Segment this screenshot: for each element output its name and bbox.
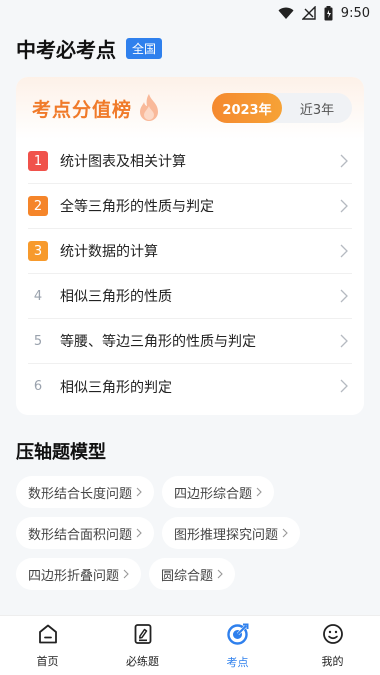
ranking-item-4[interactable]: 4 相似三角形的性质 bbox=[28, 274, 352, 319]
nav-item-exercises[interactable]: 必练题 bbox=[95, 616, 190, 675]
nav-label: 我的 bbox=[321, 654, 344, 668]
ranking-item-label: 相似三角形的判定 bbox=[60, 379, 172, 396]
tab-2023[interactable]: 2023年 bbox=[212, 93, 282, 123]
nav-label: 考点 bbox=[226, 655, 249, 669]
model-tag-label: 图形推理探究问题 bbox=[174, 527, 279, 543]
chevron-right-icon bbox=[340, 243, 348, 262]
model-tag-label: 数形结合面积问题 bbox=[28, 527, 133, 543]
model-tag[interactable]: 圆综合题 bbox=[149, 558, 236, 590]
model-tag-label: 数形结合长度问题 bbox=[28, 486, 133, 502]
rank-number: 5 bbox=[33, 333, 43, 349]
chevron-right-icon bbox=[217, 569, 223, 579]
wifi-icon bbox=[278, 7, 294, 20]
home-icon bbox=[37, 623, 59, 649]
model-tag[interactable]: 四边形综合题 bbox=[162, 476, 275, 508]
chevron-right-icon bbox=[340, 153, 348, 172]
ranking-item-1[interactable]: 1 统计图表及相关计算 bbox=[28, 139, 352, 184]
tab-recent-3-years[interactable]: 近3年 bbox=[282, 93, 352, 123]
model-tag[interactable]: 图形推理探究问题 bbox=[162, 517, 301, 549]
status-time: 9:50 bbox=[340, 5, 370, 21]
ranking-card-header: 考点分值榜 2023年 近3年 bbox=[16, 77, 364, 139]
chevron-right-icon bbox=[282, 528, 288, 538]
rank-badge: 3 bbox=[28, 241, 48, 261]
ranking-item-3[interactable]: 3 统计数据的计算 bbox=[28, 229, 352, 274]
chevron-right-icon bbox=[340, 198, 348, 217]
nav-item-exam-points[interactable]: 考点 bbox=[190, 616, 285, 675]
ranking-title: 考点分值榜 bbox=[32, 98, 133, 121]
exam-point-icon bbox=[226, 622, 250, 650]
nav-item-home[interactable]: 首页 bbox=[0, 616, 95, 675]
flame-icon bbox=[136, 93, 162, 123]
chevron-right-icon bbox=[123, 569, 129, 579]
models-section-title: 压轴题模型 bbox=[16, 442, 106, 463]
nav-label: 首页 bbox=[36, 654, 59, 668]
ranking-item-6[interactable]: 6 相似三角形的判定 bbox=[28, 364, 352, 409]
chevron-right-icon bbox=[136, 487, 142, 497]
model-tag-list: 数形结合长度问题 四边形综合题 数形结合面积问题 图形推理探究问题 四边形折叠问… bbox=[16, 476, 366, 599]
nav-label: 必练题 bbox=[126, 654, 159, 668]
ranking-item-2[interactable]: 2 全等三角形的性质与判定 bbox=[28, 184, 352, 229]
chevron-right-icon bbox=[340, 333, 348, 352]
nav-item-profile[interactable]: 我的 bbox=[285, 616, 380, 675]
chevron-right-icon bbox=[340, 288, 348, 307]
model-tag-label: 圆综合题 bbox=[161, 568, 214, 584]
ranking-item-label: 统计数据的计算 bbox=[60, 244, 158, 260]
ranking-item-label: 相似三角形的性质 bbox=[60, 289, 172, 305]
region-badge[interactable]: 全国 bbox=[126, 37, 163, 59]
rank-number: 4 bbox=[33, 288, 43, 304]
rank-badge: 1 bbox=[28, 151, 48, 171]
exercise-icon bbox=[132, 623, 154, 649]
model-tag-label: 四边形折叠问题 bbox=[28, 568, 120, 584]
profile-icon bbox=[322, 623, 344, 649]
ranking-item-5[interactable]: 5 等腰、等边三角形的性质与判定 bbox=[28, 319, 352, 364]
battery-icon bbox=[324, 5, 333, 21]
chevron-right-icon bbox=[136, 528, 142, 538]
ranking-list: 1 统计图表及相关计算 2 全等三角形的性质与判定 3 统计数据的计算 4 相似… bbox=[16, 139, 364, 409]
page-title: 中考必考点 bbox=[16, 37, 116, 62]
chevron-right-icon bbox=[340, 378, 348, 397]
page-header: 中考必考点 全国 bbox=[0, 28, 380, 68]
ranking-item-label: 等腰、等边三角形的性质与判定 bbox=[60, 334, 256, 350]
rank-number: 6 bbox=[33, 379, 43, 394]
chevron-right-icon bbox=[256, 487, 262, 497]
ranking-item-label: 全等三角形的性质与判定 bbox=[60, 199, 214, 215]
ranking-item-label: 统计图表及相关计算 bbox=[60, 154, 186, 170]
ranking-period-toggle: 2023年 近3年 bbox=[212, 93, 352, 123]
model-tag[interactable]: 数形结合长度问题 bbox=[16, 476, 155, 508]
signal-icon bbox=[301, 6, 316, 20]
bottom-nav: 首页 必练题 考点 我的 bbox=[0, 615, 380, 675]
rank-badge: 2 bbox=[28, 196, 48, 216]
model-tag-label: 四边形综合题 bbox=[174, 486, 253, 502]
ranking-card: 考点分值榜 2023年 近3年 1 统计图表及相关计算 2 全等三角形的性质与判… bbox=[16, 77, 364, 415]
status-bar: 9:50 bbox=[0, 0, 380, 26]
model-tag[interactable]: 四边形折叠问题 bbox=[16, 558, 142, 590]
model-tag[interactable]: 数形结合面积问题 bbox=[16, 517, 155, 549]
